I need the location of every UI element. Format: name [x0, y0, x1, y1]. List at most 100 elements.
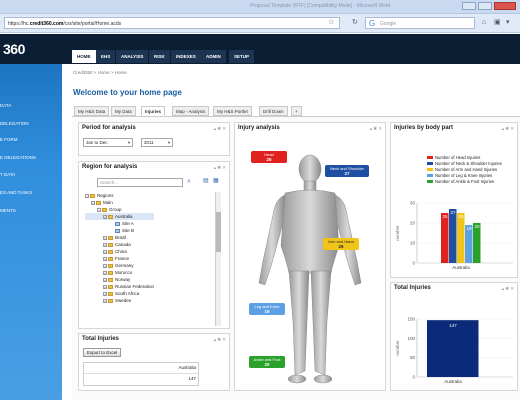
collapse-icon[interactable]: −: [85, 193, 89, 198]
menu-risk[interactable]: RISK: [149, 50, 171, 63]
menu-icon[interactable]: ▾: [506, 18, 510, 28]
tab-my-hs-portlet[interactable]: My H&S Portlet: [213, 106, 252, 116]
tree-node[interactable]: − Main: [85, 199, 154, 206]
panel-controls-icon[interactable]: ▴ ✱ ✕: [214, 337, 226, 342]
leg-knee-label[interactable]: Leg and Knee 19: [249, 303, 285, 315]
year-select[interactable]: 2011 ▼: [141, 138, 173, 147]
period-panel: Period for analysis ▴ ✱ ✕ Jan to Dec ▼ 20…: [78, 122, 230, 156]
folder-icon: [108, 242, 113, 247]
expand-icon[interactable]: +: [103, 263, 107, 268]
tab-add[interactable]: +: [291, 106, 302, 116]
region-search-input[interactable]: Search...: [97, 178, 183, 187]
maximize-icon[interactable]: [478, 2, 492, 10]
tree-view-icon[interactable]: ▦: [213, 178, 219, 184]
folder-icon: [108, 263, 113, 268]
tree-node[interactable]: + Canada: [85, 241, 154, 248]
month-range-select[interactable]: Jan to Dec ▼: [83, 138, 133, 147]
bar[interactable]: [457, 213, 465, 263]
export-excel-button[interactable]: Export to Excel: [83, 348, 122, 357]
tree-node[interactable]: Site A: [85, 220, 154, 227]
legend-swatch: [427, 156, 433, 160]
expand-icon[interactable]: +: [103, 235, 107, 240]
address-bar[interactable]: https://hc.credit360.com/csr/site/portal…: [4, 17, 340, 29]
collapse-icon[interactable]: −: [91, 200, 95, 205]
menu-analysis[interactable]: ANALYSIS: [116, 50, 150, 63]
tree-node[interactable]: − Group: [85, 206, 154, 213]
bar[interactable]: [473, 223, 481, 263]
panel-controls-icon[interactable]: ▴ ✱ ✕: [370, 126, 382, 131]
tab-map-analysis[interactable]: Map - Analysis: [172, 106, 210, 116]
tab-my-hs-data[interactable]: My H&S Data: [74, 106, 110, 116]
folder-icon: [108, 249, 113, 254]
arm-hand-label[interactable]: Arm and Hand 25: [323, 238, 359, 250]
close-icon[interactable]: [494, 2, 516, 10]
y-tick-label: 0: [412, 261, 415, 266]
panel-controls-icon[interactable]: ▴ ✱ ✕: [214, 126, 226, 131]
tree-node[interactable]: + China: [85, 248, 154, 255]
panel-controls-icon[interactable]: ▴ ✱ ✕: [502, 126, 514, 131]
sidebar-item-ments[interactable]: MENTS: [0, 208, 16, 213]
tab-my-data[interactable]: My Data: [111, 106, 136, 116]
injuries-by-body-part-panel: Injuries by body part ▴ ✱ ✕ Number of He…: [390, 122, 518, 278]
menu-indexes[interactable]: INDEXES: [171, 50, 202, 63]
bar[interactable]: [441, 213, 449, 263]
expand-icon[interactable]: +: [103, 277, 107, 282]
tree-node[interactable]: − Regions: [85, 192, 154, 199]
total-injuries-chart-panel: Total Injuries ▴ ✱ ✕ 0 50 100 150 number 147 A…: [390, 282, 518, 391]
panel-controls-icon[interactable]: ▴ ✱ ✕: [214, 165, 226, 170]
legend-label: Number of Ankle & Foot Injuries: [435, 179, 495, 184]
bookmark-icon[interactable]: ▣: [494, 18, 501, 28]
tab-drill-down[interactable]: Drill Down: [259, 106, 288, 116]
search-box[interactable]: G Google: [365, 17, 475, 29]
collapse-icon[interactable]: −: [103, 214, 107, 219]
region-title: Region for analysis: [82, 164, 138, 170]
tree-node[interactable]: + Germany: [85, 262, 154, 269]
minimize-icon[interactable]: [462, 2, 476, 10]
sidebar-item-form[interactable]: E FORM: [0, 137, 18, 142]
expand-icon[interactable]: +: [103, 249, 107, 254]
sidebar-item-data[interactable]: DATA: [0, 103, 11, 108]
home-icon[interactable]: ⌂: [482, 18, 486, 28]
tree-node[interactable]: + Russian Federation: [85, 283, 154, 290]
neck-shoulder-label[interactable]: Neck and Shoulder 27: [325, 165, 369, 177]
bar[interactable]: [427, 320, 479, 377]
ankle-foot-label[interactable]: Ankle and Foot 20: [249, 356, 285, 368]
expand-icon[interactable]: +: [103, 291, 107, 296]
star-icon[interactable]: ☆: [328, 18, 334, 28]
sidebar-item-delegation[interactable]: DELEGATION: [0, 121, 29, 126]
sidebar-item-tasks[interactable]: ES AND TASKS: [0, 190, 32, 195]
bar[interactable]: [449, 209, 457, 263]
tree-node[interactable]: + Brazil: [85, 234, 154, 241]
menu-setup[interactable]: SETUP: [229, 50, 256, 63]
expand-icon[interactable]: +: [103, 256, 107, 261]
sidebar-item-tdata[interactable]: T DATA: [0, 172, 15, 177]
sidebar-item-delegations[interactable]: E DELEGATIONS: [0, 155, 36, 160]
expand-icon[interactable]: +: [103, 270, 107, 275]
expand-icon[interactable]: +: [103, 284, 107, 289]
tree-node-selected[interactable]: − Australia: [85, 213, 155, 220]
tree-node[interactable]: + South Africa: [85, 290, 154, 297]
expand-icon[interactable]: +: [103, 242, 107, 247]
site-icon: [115, 221, 120, 226]
tree-node[interactable]: + Sweden: [85, 297, 154, 304]
search-icon[interactable]: ⌕: [187, 178, 191, 185]
legend-item[interactable]: Number of Ankle & Foot Injuries: [427, 179, 502, 185]
tree-node[interactable]: Site B: [85, 227, 154, 234]
total-injuries-title: Total Injuries: [82, 336, 119, 342]
collapse-icon[interactable]: −: [97, 207, 101, 212]
total-injuries-panel: Total Injuries ▴ ✱ ✕ Export to Excel Aus…: [78, 333, 230, 391]
tab-injuries[interactable]: Injuries: [141, 106, 166, 116]
tree-node[interactable]: + France: [85, 255, 154, 262]
panel-controls-icon[interactable]: ▴ ✱ ✕: [502, 286, 514, 291]
menu-home[interactable]: HOME: [72, 50, 97, 63]
head-label[interactable]: Head 25: [251, 151, 287, 163]
filter-icon[interactable]: ▤: [203, 178, 209, 184]
refresh-icon[interactable]: ↻: [352, 18, 358, 28]
tree-scrollbar[interactable]: [215, 192, 221, 326]
expand-icon[interactable]: +: [103, 298, 107, 303]
tree-node[interactable]: + Morocco: [85, 269, 154, 276]
menu-admin[interactable]: ADMIN: [201, 50, 227, 63]
tree-node[interactable]: + Norway: [85, 276, 154, 283]
injury-analysis-title: Injury analysis: [238, 125, 280, 131]
menu-ehs[interactable]: EHS: [96, 50, 117, 63]
